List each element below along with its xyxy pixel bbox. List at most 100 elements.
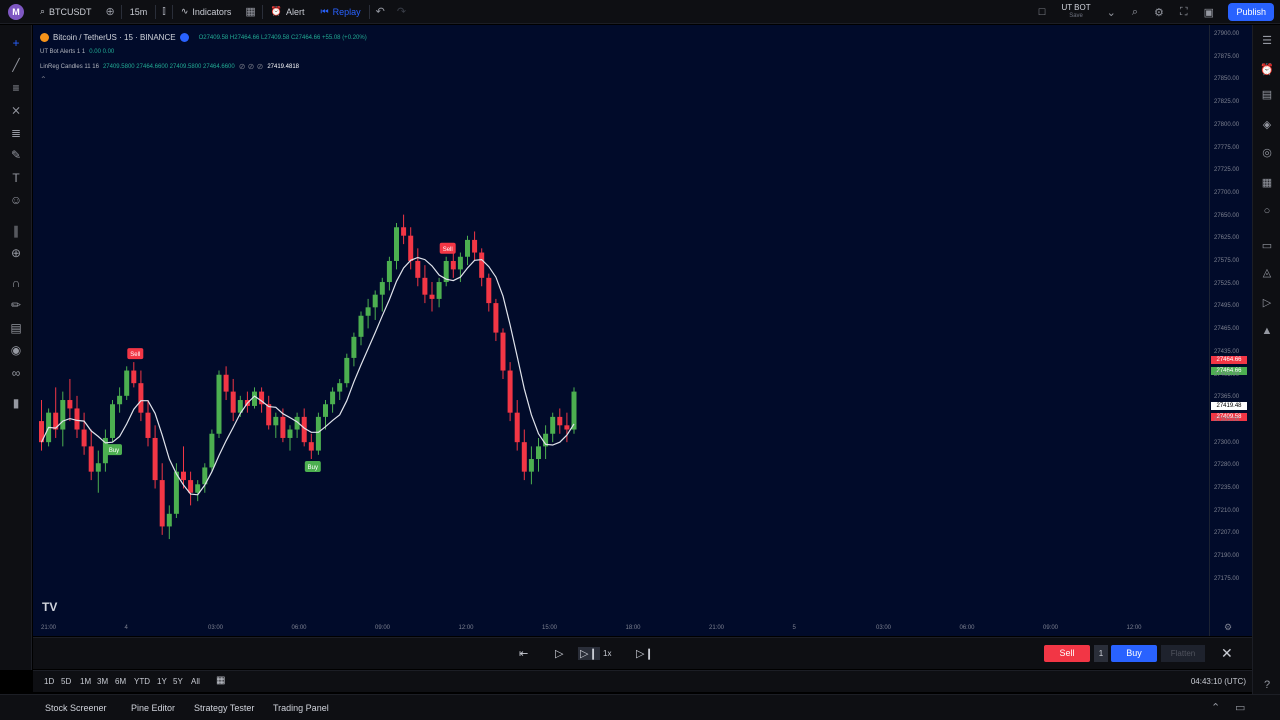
range-6m[interactable]: 6M bbox=[115, 677, 126, 686]
templates-icon[interactable]: ▦ bbox=[239, 5, 261, 18]
indicators-icon: ∿ bbox=[180, 6, 189, 16]
chevron-up-icon[interactable]: ⌃ bbox=[40, 75, 47, 84]
candle-body bbox=[479, 252, 485, 278]
sell-button[interactable]: Sell bbox=[1044, 645, 1090, 662]
layout-name[interactable]: UT BOT Save bbox=[1055, 4, 1096, 20]
interval-button[interactable]: 15m bbox=[122, 0, 156, 24]
forecast-icon[interactable]: ≣ bbox=[8, 125, 24, 141]
text-icon[interactable]: T bbox=[8, 170, 24, 186]
forward-icon[interactable]: ▷❙ bbox=[578, 647, 600, 660]
play-icon[interactable]: ▷ bbox=[555, 647, 563, 660]
range-5y[interactable]: 5Y bbox=[173, 677, 183, 686]
brush-icon[interactable]: ✎ bbox=[8, 147, 24, 163]
lightbulb-icon[interactable]: ○ bbox=[1259, 203, 1275, 219]
trendline-icon[interactable]: ╱ bbox=[8, 57, 24, 73]
watchlist-icon[interactable]: ☰ bbox=[1259, 33, 1275, 49]
price-tick: 27175.00 bbox=[1214, 575, 1240, 582]
bar-style-icon[interactable]: ⫾ bbox=[156, 5, 172, 18]
data-window-icon[interactable]: ▤ bbox=[1259, 87, 1275, 103]
indicators-button[interactable]: ∿ Indicators bbox=[173, 0, 240, 24]
range-1m[interactable]: 1M bbox=[80, 677, 91, 686]
range-all[interactable]: All bbox=[191, 677, 200, 686]
tab-pine-editor[interactable]: Pine Editor bbox=[131, 703, 175, 713]
select-bar-icon[interactable]: ⇤ bbox=[519, 647, 528, 660]
compare-icon[interactable]: ⊕ bbox=[100, 5, 121, 18]
chat-icon[interactable]: ▭ bbox=[1259, 238, 1275, 254]
flatten-button[interactable]: Flatten bbox=[1161, 645, 1205, 662]
candle-body bbox=[521, 442, 527, 472]
user-avatar[interactable]: M bbox=[8, 3, 24, 20]
alerts-clock-icon[interactable]: ⏰ bbox=[1259, 62, 1275, 78]
zoom-icon[interactable]: ⊕ bbox=[8, 245, 24, 261]
range-5d[interactable]: 5D bbox=[61, 677, 71, 686]
layout-icon[interactable]: □ bbox=[1033, 6, 1052, 18]
replay-button[interactable]: ⏮ Replay bbox=[313, 0, 369, 24]
quantity-field[interactable]: 1 bbox=[1094, 645, 1108, 662]
pattern-icon[interactable]: ⨯ bbox=[8, 102, 24, 118]
publish-button[interactable]: Publish bbox=[1228, 3, 1274, 21]
stay-drawing-icon[interactable]: ✏ bbox=[8, 297, 24, 313]
ideas-icon[interactable]: ◎ bbox=[1259, 145, 1275, 161]
close-icon[interactable]: ✕ bbox=[1221, 645, 1233, 662]
indicator-legend-row[interactable]: UT Bot Alerts 1 1 0.00 0.00 bbox=[40, 45, 367, 59]
candlestick-chart[interactable]: Buy Sell Buy Sell bbox=[33, 25, 1209, 636]
candle-body bbox=[223, 374, 229, 392]
hotlist-icon[interactable]: ◈ bbox=[1259, 117, 1275, 133]
alert-button[interactable]: ⏰ Alert bbox=[263, 0, 313, 24]
calendar-icon[interactable]: ▦ bbox=[1259, 175, 1275, 191]
goto-date-icon[interactable]: ▦ bbox=[216, 675, 225, 686]
flag-icon[interactable] bbox=[179, 33, 189, 42]
crosshair-icon[interactable]: + bbox=[8, 35, 24, 51]
camera-icon[interactable]: ▣ bbox=[1198, 6, 1220, 19]
candle bbox=[95, 450, 101, 493]
replay-play-icon[interactable]: ▷ bbox=[1259, 295, 1275, 311]
help-icon[interactable]: ? bbox=[1259, 677, 1275, 693]
symbol-legend-row[interactable]: Bitcoin / TetherUS · 15 · BINANCE O27409… bbox=[40, 30, 367, 45]
trash-icon[interactable]: ▮ bbox=[8, 395, 24, 411]
chart-pane[interactable]: Buy Sell Buy Sell bbox=[33, 25, 1209, 636]
indicator-legend-row[interactable]: LinReg Candles 11 16 27409.5800 27464.66… bbox=[40, 59, 367, 74]
price-tick: 27335.00 bbox=[1214, 416, 1240, 423]
tab-strategy-tester[interactable]: Strategy Tester bbox=[194, 703, 254, 713]
chevron-down-icon[interactable]: ⌄ bbox=[1101, 6, 1122, 19]
collapse-legend[interactable]: ⌃ bbox=[40, 74, 367, 84]
maximize-icon[interactable]: ▭ bbox=[1235, 701, 1245, 714]
jump-realtime-icon[interactable]: ▷❙ bbox=[636, 647, 654, 660]
ruler-icon[interactable]: ∥ bbox=[8, 223, 24, 239]
replay-toolbar: ⇤ ▷ ▷❙ 1x ▷❙ Sell 1 Buy Flatten ✕ bbox=[33, 637, 1252, 669]
fib-icon[interactable]: ≡ bbox=[8, 80, 24, 96]
tab-trading-panel[interactable]: Trading Panel bbox=[273, 703, 329, 713]
range-1d[interactable]: 1D bbox=[44, 677, 54, 686]
utc-clock[interactable]: 04:43:10 (UTC) bbox=[1191, 677, 1246, 686]
notifications-icon[interactable]: ▲ bbox=[1259, 323, 1275, 339]
tab-stock-screener[interactable]: Stock Screener bbox=[45, 703, 107, 713]
streams-icon[interactable]: ◬ bbox=[1259, 265, 1275, 281]
lock-icon[interactable]: ▤ bbox=[8, 320, 24, 336]
alarm-icon: ⏰ bbox=[270, 6, 283, 16]
price-tick: 27875.00 bbox=[1214, 53, 1240, 60]
eye-icon[interactable]: ◉ bbox=[8, 342, 24, 358]
eye-icon[interactable]: ⊘ ⊘ ⊘ bbox=[239, 62, 264, 71]
range-3m[interactable]: 3M bbox=[97, 677, 108, 686]
undo-icon[interactable]: ↶ bbox=[370, 5, 391, 18]
chevron-up-icon[interactable]: ⌃ bbox=[1211, 701, 1220, 714]
redo-icon[interactable]: ↷ bbox=[391, 5, 412, 18]
link-icon[interactable]: ∞ bbox=[8, 365, 24, 381]
sell-signal: Sell bbox=[439, 242, 456, 254]
candle-body bbox=[188, 480, 194, 493]
icons-icon[interactable]: ☺ bbox=[8, 192, 24, 208]
candle bbox=[514, 400, 520, 451]
quick-search-icon[interactable]: ⌕ bbox=[1126, 6, 1144, 19]
candle bbox=[500, 328, 506, 379]
gear-icon[interactable]: ⚙ bbox=[1148, 6, 1170, 19]
magnet-icon[interactable]: ∩ bbox=[8, 275, 24, 291]
time-axis-settings-icon[interactable]: ⚙ bbox=[1224, 622, 1232, 633]
symbol-search[interactable]: ⌕ BTCUSDT bbox=[32, 0, 100, 24]
range-1y[interactable]: 1Y bbox=[157, 677, 167, 686]
fullscreen-icon[interactable]: ⛶ bbox=[1174, 6, 1194, 19]
buy-button[interactable]: Buy bbox=[1111, 645, 1157, 662]
range-ytd[interactable]: YTD bbox=[134, 677, 150, 686]
price-axis[interactable]: 27464.66 27464.66 27419.48 27409.58 2790… bbox=[1209, 25, 1252, 636]
time-axis[interactable]: 21:00 4 03:00 06:00 09:00 12:00 15:00 18:00 21:0… bbox=[33, 622, 1209, 636]
speed-button[interactable]: 1x bbox=[603, 649, 611, 658]
